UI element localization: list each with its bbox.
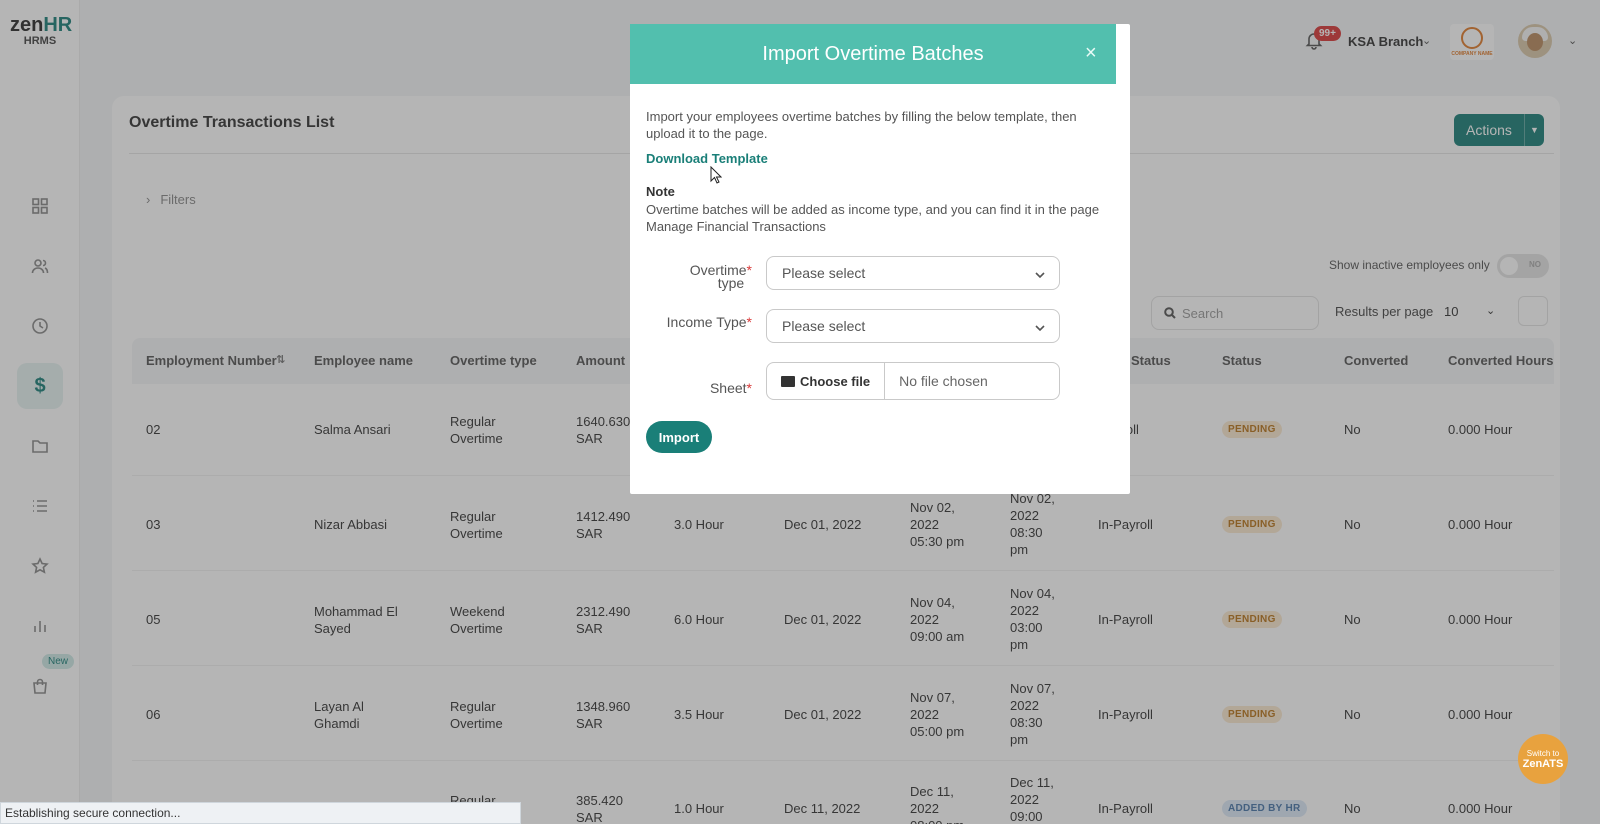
browser-status-bar: Establishing secure connection... [0,802,521,824]
mouse-pointer-icon [710,165,723,187]
income-type-select[interactable]: Please select [766,309,1060,343]
modal-title: Import Overtime Batches [762,42,984,65]
download-template-link[interactable]: Download Template [646,151,768,166]
chevron-down-icon [1035,267,1045,279]
income-type-label: Income Type* [666,314,752,330]
close-icon[interactable]: × [1085,42,1097,65]
import-button[interactable]: Import [646,421,712,453]
overtime-type-select[interactable]: Please select [766,256,1060,290]
chevron-down-icon [1035,320,1045,332]
switch-to-zenats-button[interactable]: Switch to ZenATS [1518,734,1568,784]
sheet-file-input[interactable]: Choose file No file chosen [766,362,1060,400]
overtime-type-label: Overtime* type [689,262,752,291]
note-title: Note [646,184,675,199]
folder-open-icon [781,375,795,387]
modal-header: Import Overtime Batches [630,24,1116,84]
modal-intro-text: Import your employees overtime batches b… [646,109,1077,141]
note-text: Overtime batches will be added as income… [646,202,1100,234]
sheet-label: Sheet* [709,380,752,396]
choose-file-button[interactable]: Choose file [767,363,886,399]
import-overtime-modal: Import Overtime Batches × Import your em… [630,24,1130,494]
file-status-text: No file chosen [899,373,988,389]
